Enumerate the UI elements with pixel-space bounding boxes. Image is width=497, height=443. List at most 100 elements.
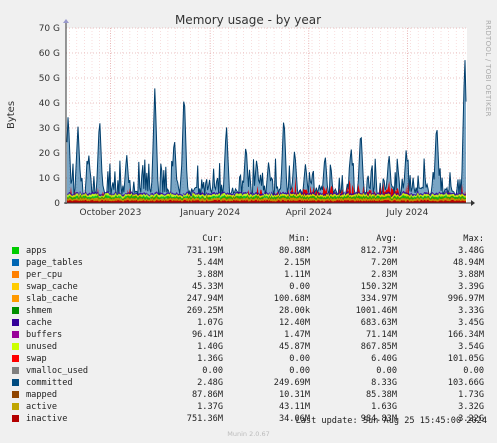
legend-row-cache: cache 1.07G 12.40M 683.63M 3.45G	[12, 317, 490, 329]
legend-header: Cur: Min: Avg: Max:	[12, 233, 490, 245]
legend-max: 0.00	[463, 366, 484, 376]
legend-row-active: active 1.37G 43.11M 1.63G 3.32G	[12, 401, 490, 413]
legend-max: 166.34M	[447, 330, 484, 340]
y-tick-label: 10 G	[39, 174, 60, 184]
legend-avg: 334.97M	[360, 294, 397, 304]
legend-swatch	[12, 391, 19, 398]
legend-max: 3.88M	[458, 270, 484, 280]
legend-row-swap-cache: swap_cache 45.33M 0.00 150.32M 3.39G	[12, 281, 490, 293]
legend-cur: 1.37G	[197, 402, 223, 412]
legend-swatch	[12, 331, 19, 338]
legend-avg: 812.73M	[360, 246, 397, 256]
header-avg: Avg:	[376, 234, 397, 244]
legend-name: active	[26, 402, 58, 412]
legend-min: 12.40M	[278, 318, 310, 328]
legend-cur: 1.36G	[197, 354, 223, 364]
legend-swatch	[12, 403, 19, 410]
legend-rows: apps 731.19M 80.88M 812.73M 3.48G page_tables…	[12, 245, 490, 425]
legend-name: committed	[26, 378, 73, 388]
legend-name: cache	[26, 318, 52, 328]
legend-row-apps: apps 731.19M 80.88M 812.73M 3.48G	[12, 245, 490, 257]
legend-avg: 8.33G	[371, 378, 397, 388]
legend-name: inactive	[26, 414, 68, 424]
legend-avg: 1.63G	[371, 402, 397, 412]
legend-avg: 2.83M	[371, 270, 397, 280]
legend-cur: 45.33M	[191, 282, 223, 292]
legend-name: vmalloc_used	[26, 366, 89, 376]
legend-cur: 1.40G	[197, 342, 223, 352]
legend-max: 3.33G	[458, 306, 484, 316]
legend-swatch	[12, 295, 19, 302]
legend-swatch	[12, 247, 19, 254]
legend-swatch	[12, 379, 19, 386]
legend-min: 249.69M	[273, 378, 310, 388]
legend-cur: 751.36M	[186, 414, 223, 424]
y-tick-label: 50 G	[39, 74, 60, 84]
chart-title: Memory usage - by year	[175, 13, 321, 27]
legend-max: 3.39G	[458, 282, 484, 292]
legend-swatch	[12, 307, 19, 314]
legend-min: 2.15M	[284, 258, 310, 268]
legend-swatch	[12, 367, 19, 374]
legend-max: 3.54G	[458, 342, 484, 352]
legend-name: mapped	[26, 390, 58, 400]
header-min: Min:	[289, 234, 310, 244]
legend-avg: 867.85M	[360, 342, 397, 352]
legend: Cur: Min: Avg: Max: apps 731.19M 80.88M 812…	[12, 233, 490, 425]
legend-swatch	[12, 283, 19, 290]
legend-min: 10.31M	[278, 390, 310, 400]
legend-row-unused: unused 1.40G 45.87M 867.85M 3.54G	[12, 341, 490, 353]
rrdtool-credit: RRDTOOL / TOBI OETIKER	[484, 20, 492, 117]
legend-min: 80.88M	[278, 246, 310, 256]
legend-swatch	[12, 259, 19, 266]
y-tick-label: 0	[54, 199, 60, 209]
legend-min: 100.68M	[273, 294, 310, 304]
legend-max: 3.45G	[458, 318, 484, 328]
legend-max: 3.48G	[458, 246, 484, 256]
legend-avg: 85.38M	[365, 390, 397, 400]
y-tick-label: 20 G	[39, 149, 60, 159]
legend-cur: 87.86M	[191, 390, 223, 400]
legend-avg: 71.14M	[365, 330, 397, 340]
legend-swatch	[12, 415, 19, 422]
legend-min: 45.87M	[278, 342, 310, 352]
y-tick-label: 30 G	[39, 124, 60, 134]
munin-version: Munin 2.0.67	[227, 430, 270, 438]
legend-min: 0.00	[289, 366, 310, 376]
legend-name: page_tables	[26, 258, 83, 268]
legend-cur: 0.00	[202, 366, 223, 376]
legend-avg: 6.40G	[371, 354, 397, 364]
legend-name: slab_cache	[26, 294, 78, 304]
legend-cur: 2.48G	[197, 378, 223, 388]
legend-swatch	[12, 343, 19, 350]
legend-row-shmem: shmem 269.25M 28.00k 1001.46M 3.33G	[12, 305, 490, 317]
legend-cur: 731.19M	[186, 246, 223, 256]
legend-max: 996.97M	[447, 294, 484, 304]
header-cur: Cur:	[202, 234, 223, 244]
legend-max: 103.66G	[447, 378, 484, 388]
legend-min: 28.00k	[278, 306, 310, 316]
legend-avg: 1001.46M	[355, 306, 397, 316]
legend-cur: 3.88M	[197, 270, 223, 280]
legend-cur: 247.94M	[186, 294, 223, 304]
legend-row-buffers: buffers 96.41M 1.47M 71.14M 166.34M	[12, 329, 490, 341]
legend-name: unused	[26, 342, 58, 352]
y-tick-label: 40 G	[39, 99, 60, 109]
legend-min: 1.11M	[284, 270, 310, 280]
y-tick-label: 70 G	[39, 24, 60, 34]
legend-name: apps	[26, 246, 47, 256]
legend-avg: 683.63M	[360, 318, 397, 328]
legend-name: swap_cache	[26, 282, 78, 292]
legend-name: per_cpu	[26, 270, 63, 280]
x-tick-label: April 2024	[286, 208, 333, 218]
y-tick-label: 60 G	[39, 49, 60, 59]
legend-cur: 269.25M	[186, 306, 223, 316]
legend-row-page-tables: page_tables 5.44M 2.15M 7.20M 48.94M	[12, 257, 490, 269]
legend-name: buffers	[26, 330, 63, 340]
legend-row-swap: swap 1.36G 0.00 6.40G 101.05G	[12, 353, 490, 365]
legend-name: shmem	[26, 306, 52, 316]
legend-max: 1.73G	[458, 390, 484, 400]
header-max: Max:	[463, 234, 484, 244]
legend-cur: 1.07G	[197, 318, 223, 328]
legend-avg: 150.32M	[360, 282, 397, 292]
